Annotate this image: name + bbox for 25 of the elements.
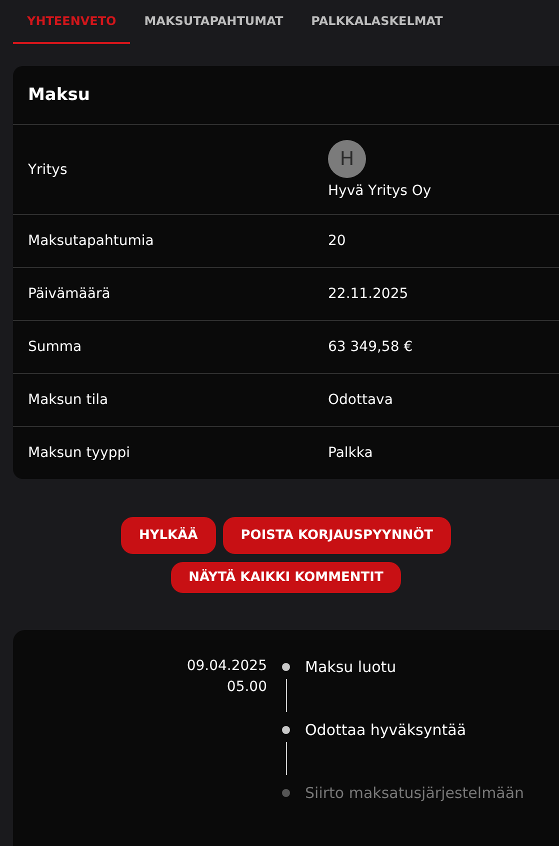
field-label: Päivämäärä <box>27 286 112 302</box>
field-value: 63 349,58 € <box>328 339 413 355</box>
step-label: Odottaa hyväksyntää <box>305 723 466 741</box>
tab[interactable]: PALKKALASKELMAT <box>297 0 457 44</box>
field-label: Summa <box>27 339 83 355</box>
action-button[interactable]: POISTA KORJAUSPYYNNÖT <box>222 517 451 554</box>
field-label: Yritys <box>27 162 68 178</box>
step-time: 05.00 <box>226 678 267 697</box>
step-label: Siirto maksatusjärjestelmään <box>305 786 524 804</box>
tab[interactable]: MAKSUTAPAHTUMAT <box>130 0 298 44</box>
avatar: H <box>328 140 366 178</box>
card-title: Maksu <box>27 84 91 107</box>
field-value: 22.11.2025 <box>328 286 408 302</box>
field-label: Maksun tila <box>27 392 110 408</box>
action-button[interactable]: NÄYTÄ KAIKKI KOMMENTIT <box>170 562 402 593</box>
action-button[interactable]: HYLKÄÄ <box>120 517 216 554</box>
company-name: Hyvä Yritys Oy <box>328 183 432 199</box>
step-date: 09.04.2025 <box>186 657 267 676</box>
field-label: Maksutapahtumia <box>27 233 155 249</box>
step-label: Maksu luotu <box>305 660 396 678</box>
field-value: 20 <box>328 233 346 249</box>
field-value: Odottava <box>328 392 393 408</box>
field-value: Palkka <box>328 445 373 461</box>
tab[interactable]: YHTEENVETO <box>13 0 130 44</box>
field-label: Maksun tyyppi <box>27 445 131 461</box>
